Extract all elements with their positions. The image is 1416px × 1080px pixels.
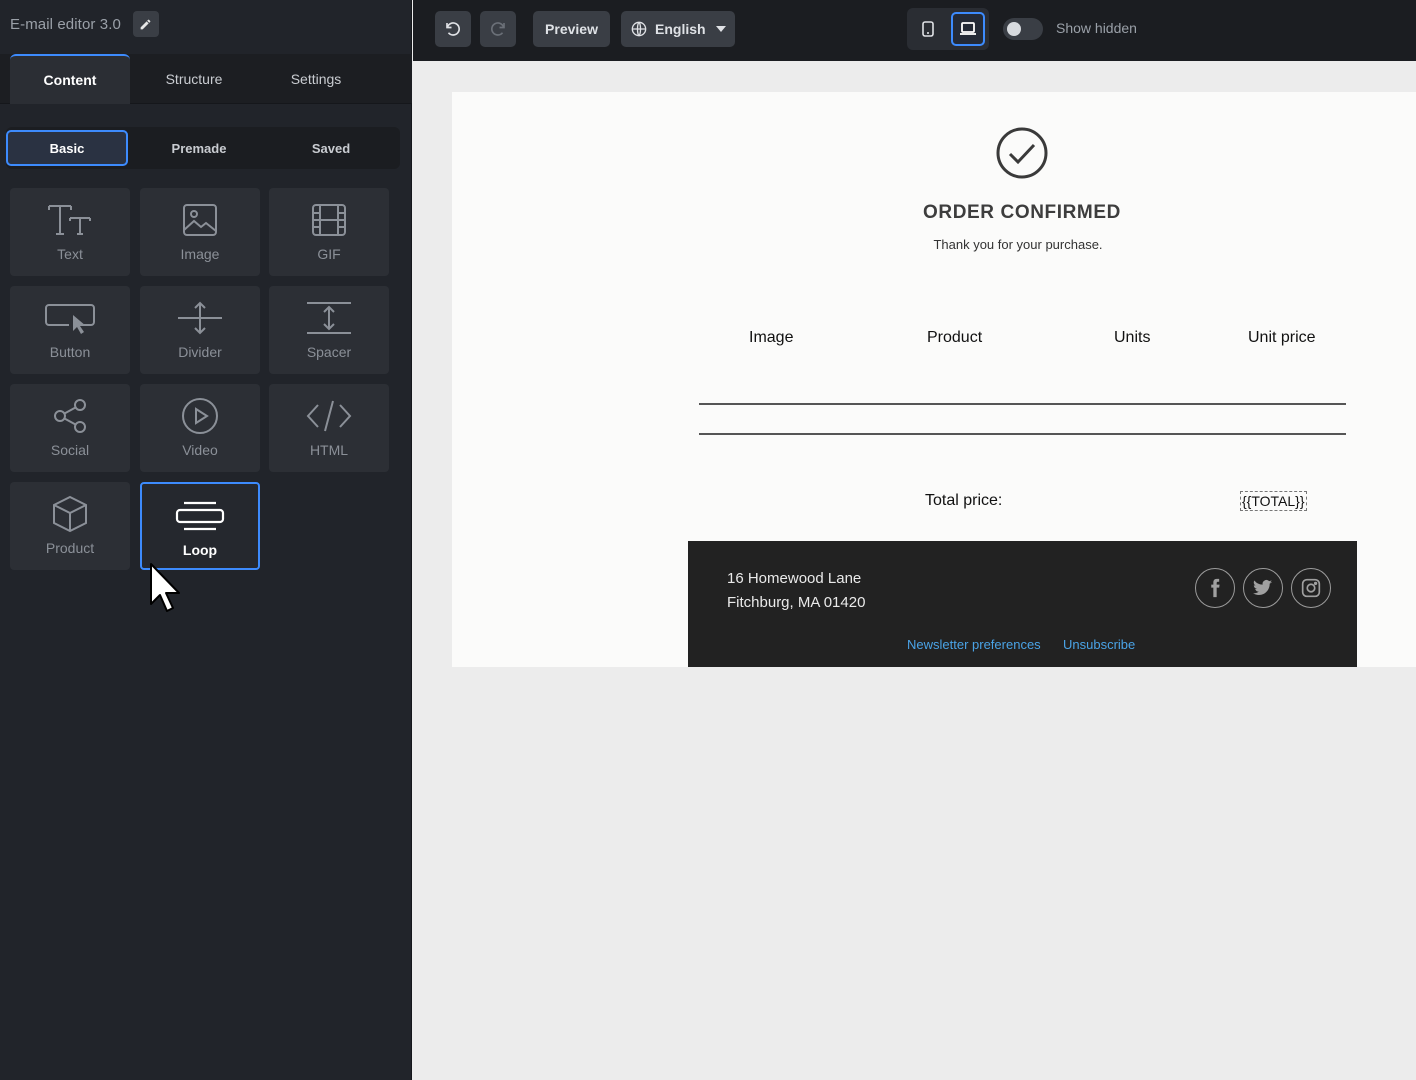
main-tabs: Content Structure Settings — [0, 54, 412, 104]
block-spacer-label: Spacer — [306, 344, 352, 360]
divider-line — [699, 403, 1346, 405]
block-product[interactable]: Product — [10, 482, 130, 570]
laptop-icon — [960, 22, 976, 35]
column-image: Image — [749, 329, 794, 346]
edit-title-button[interactable] — [132, 11, 159, 37]
mouse-cursor-icon — [150, 563, 180, 612]
block-spacer[interactable]: Spacer — [269, 286, 389, 374]
newsletter-preferences-link[interactable]: Newsletter preferences — [907, 637, 1041, 652]
sidebar: E-mail editor 3.0 Content Structure Sett… — [0, 0, 412, 1080]
order-subtitle: Thank you for your purchase. — [933, 237, 1103, 252]
block-image-label: Image — [180, 246, 220, 262]
mobile-icon — [922, 21, 934, 37]
undo-icon — [446, 22, 460, 36]
block-html-label: HTML — [309, 442, 349, 458]
facebook-link[interactable] — [1195, 568, 1235, 608]
block-divider-label: Divider — [178, 344, 222, 360]
tab-content[interactable]: Content — [10, 54, 130, 104]
language-value: English — [655, 21, 706, 37]
globe-icon — [631, 21, 647, 37]
redo-icon — [491, 22, 505, 36]
pencil-icon — [141, 19, 151, 29]
image-icon — [183, 204, 217, 236]
block-button-label: Button — [49, 344, 91, 360]
tab-settings[interactable]: Settings — [256, 54, 376, 104]
gif-icon — [312, 204, 346, 236]
desktop-view-button[interactable] — [951, 12, 985, 46]
toggle-knob — [1007, 22, 1021, 36]
block-product-label: Product — [45, 540, 95, 556]
column-units: Units — [1114, 329, 1151, 346]
email-footer[interactable]: 16 Homewood Lane Fitchburg, MA 01420 New… — [688, 541, 1357, 667]
email-body[interactable]: ORDER CONFIRMED Thank you for your purch… — [452, 92, 1416, 667]
column-unit-price: Unit price — [1248, 329, 1316, 346]
footer-address: 16 Homewood Lane Fitchburg, MA 01420 — [727, 567, 865, 615]
mobile-view-button[interactable] — [911, 12, 945, 46]
block-category-tabs: Basic Premade Saved — [6, 127, 400, 169]
box-icon — [53, 495, 87, 533]
unsubscribe-link[interactable]: Unsubscribe — [1063, 637, 1135, 652]
caret-down-icon — [715, 26, 726, 32]
share-icon — [54, 399, 86, 433]
block-gif[interactable]: GIF — [269, 188, 389, 276]
block-text[interactable]: Text — [10, 188, 130, 276]
language-select[interactable]: English — [621, 11, 735, 47]
brand: E-mail editor 3.0 — [10, 11, 159, 37]
order-title: ORDER CONFIRMED — [923, 202, 1121, 223]
play-icon — [182, 398, 218, 434]
text-icon — [48, 205, 91, 235]
total-price-label: Total price: — [925, 492, 1003, 509]
editor-canvas: ORDER CONFIRMED Thank you for your purch… — [413, 61, 1416, 1080]
divider-icon — [178, 301, 222, 335]
subtab-premade[interactable]: Premade — [138, 130, 260, 166]
total-price-value[interactable]: {{TOTAL}} — [1240, 491, 1307, 511]
subtab-basic[interactable]: Basic — [6, 130, 128, 166]
device-switch — [907, 8, 989, 50]
block-loop-label: Loop — [182, 542, 218, 558]
block-gif-label: GIF — [317, 246, 341, 262]
address-line-1: 16 Homewood Lane — [727, 570, 862, 587]
tab-structure[interactable]: Structure — [134, 54, 254, 104]
block-video-label: Video — [182, 442, 218, 458]
show-hidden-label: Show hidden — [1056, 20, 1137, 36]
show-hidden-toggle[interactable] — [1003, 18, 1043, 40]
subtab-saved[interactable]: Saved — [270, 130, 392, 166]
address-line-2: Fitchburg, MA 01420 — [727, 594, 866, 611]
block-loop[interactable]: Loop — [140, 482, 260, 570]
spacer-icon — [307, 302, 351, 334]
check-circle-icon — [996, 127, 1048, 179]
block-social-label: Social — [50, 442, 90, 458]
instagram-icon — [1301, 578, 1321, 598]
facebook-icon — [1211, 578, 1220, 598]
redo-button[interactable] — [480, 11, 516, 47]
block-button[interactable]: Button — [10, 286, 130, 374]
loop-icon — [175, 501, 225, 531]
top-toolbar: Preview English Show hidden — [413, 0, 1416, 61]
block-image[interactable]: Image — [140, 188, 260, 276]
twitter-link[interactable] — [1243, 568, 1283, 608]
column-product: Product — [927, 329, 983, 346]
code-icon — [306, 400, 352, 432]
block-divider[interactable]: Divider — [140, 286, 260, 374]
app-title: E-mail editor 3.0 — [10, 15, 121, 33]
twitter-icon — [1253, 579, 1273, 595]
button-icon — [45, 304, 95, 334]
instagram-link[interactable] — [1291, 568, 1331, 608]
undo-button[interactable] — [435, 11, 471, 47]
preview-button[interactable]: Preview — [533, 11, 610, 47]
block-text-label: Text — [57, 246, 83, 262]
block-social[interactable]: Social — [10, 384, 130, 472]
block-html[interactable]: HTML — [269, 384, 389, 472]
divider-line — [699, 433, 1346, 435]
block-video[interactable]: Video — [140, 384, 260, 472]
